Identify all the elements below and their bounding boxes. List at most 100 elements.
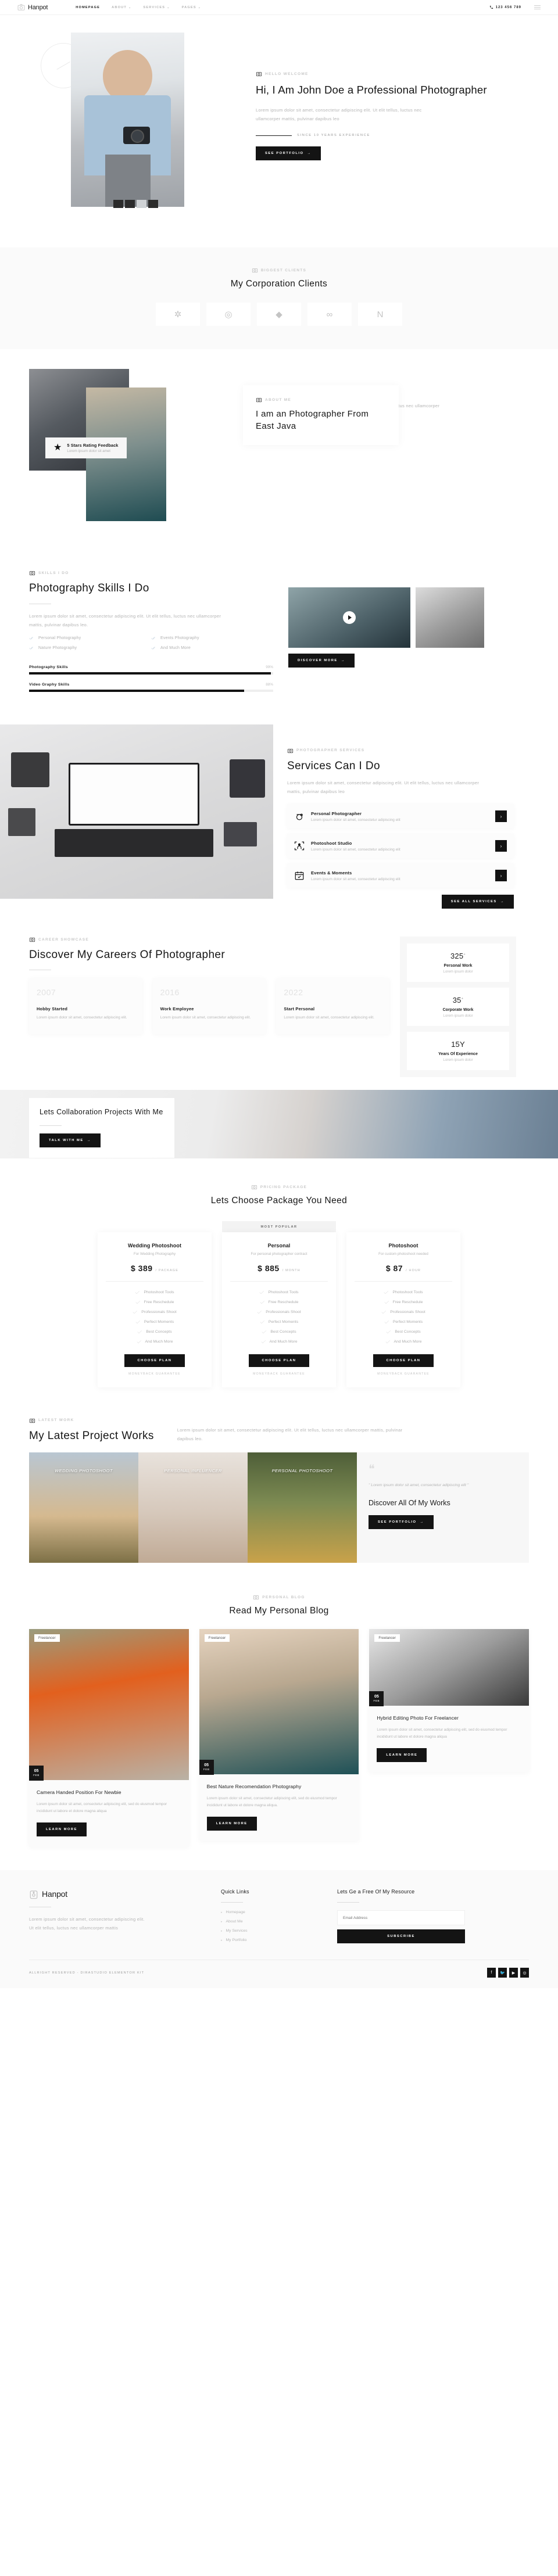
see-portfolio-button[interactable]: SEE PORTFOLIO → [369,1515,434,1529]
see-all-services-button[interactable]: SEE ALL SERVICES → [441,895,514,909]
service-item-photoshoot-studio[interactable]: Photoshoot Studio Lorem ipsum dolor sit … [287,834,514,859]
skill-bar-row: Video Graphy Skills 88% [29,683,273,692]
plan-feature: And Much More [136,1340,173,1344]
work-item[interactable]: PERSONAL PHOTOSHOOT [248,1452,357,1563]
email-input[interactable] [337,1910,465,1926]
site-logo[interactable]: Hanpot [17,3,48,11]
chevron-right-icon[interactable]: › [495,810,507,823]
nav-label: SERVICES [143,5,166,9]
check-icon [135,1320,140,1324]
stat-card: 35+ Corporate Work Lorem ipsum dolor [407,988,509,1027]
service-item-personal-photographer[interactable]: Personal Photographer Lorem ipsum dolor … [287,804,514,829]
learn-more-button[interactable]: LEARN MORE [206,1817,257,1831]
skills-video-thumbnail[interactable] [288,587,410,648]
thumbnail[interactable] [125,200,135,208]
check-icon [260,1320,264,1324]
nav-item-about[interactable]: ABOUT ⌄ [112,6,131,9]
blog-tag: PERSONAL BLOG [29,1594,529,1600]
hamburger-menu-icon[interactable] [534,5,541,9]
subscribe-button[interactable]: SUBSCRIBE [337,1929,465,1944]
clients-title: My Corporation Clients [230,279,328,289]
nav-item-services[interactable]: SERVICES ⌄ [143,6,170,9]
hero-title: Hi, I Am John Doe a Professional Photogr… [256,84,487,96]
skill-item: Personal Photography [29,636,151,640]
instagram-icon[interactable]: ◎ [520,1968,529,1978]
blog-card[interactable]: Freelancer 05 FEB Hybrid Editing Photo Fo… [369,1628,530,1773]
blog-date-badge: 05 FEB [369,1691,384,1706]
timeline-card: 2022 Start Personal Lorem ipsum dolor si… [276,978,390,1035]
play-icon[interactable] [343,611,356,625]
thumbnail[interactable] [113,200,123,208]
rating-card: ★ 5 Stars Rating Feedback Lorem ipsum do… [45,437,127,459]
learn-more-button[interactable]: LEARN MORE [37,1822,87,1837]
services-list: Personal Photographer Lorem ipsum dolor … [287,804,514,888]
twitter-icon[interactable]: 🐦 [498,1968,507,1978]
plan-desc: For custom photoshoot needed [378,1251,428,1256]
pricing-card-wedding: Wedding Photoshoot For Wedding Photograp… [98,1232,212,1387]
skill-bar-fill [29,672,271,675]
plan-features: Photoshoot Tools Free Reschedule Profess… [355,1290,452,1344]
blog-card[interactable]: Freelancer 05 FEB Camera Handed Position … [29,1628,189,1847]
hero-portfolio-button[interactable]: SEE PORTFOLIO → [256,146,321,161]
nav-item-homepage[interactable]: HOMEPAGE [76,6,100,9]
thumbnail[interactable] [148,200,158,208]
chevron-right-icon[interactable]: › [495,870,507,882]
clients-tag-text: BIGGEST CLIENTS [260,268,307,272]
timeline-title: Start Personal [284,1006,315,1012]
nav-label: PAGES [181,5,196,9]
skills-section: SKILLS I DO Photography Skills I Do Lore… [29,561,529,724]
footer-link-about[interactable]: ▸ About Me [221,1920,337,1924]
check-icon [260,1300,264,1304]
choose-plan-button[interactable]: CHOOSE PLAN [124,1354,185,1367]
work-caption: WEDDING PHOTOSHOOT [55,1468,113,1474]
feature-label: Free Reschedule [392,1300,423,1304]
feature-label: Free Reschedule [268,1300,299,1304]
blog-tag-text: PERSONAL BLOG [262,1595,305,1599]
youtube-icon[interactable]: ▶ [509,1968,518,1978]
timeline-desc: Lorem ipsum dolor sit amet, consectetur … [37,1016,127,1020]
skill-bars: Photography Skills 99% Video Graphy Skil… [29,665,273,692]
quote-mark-icon: ❝ [369,1463,375,1476]
nav-item-pages[interactable]: PAGES ⌄ [182,6,202,9]
discover-more-button[interactable]: DISCOVER MORE → [288,654,355,668]
service-item-events-moments[interactable]: Events & Moments Lorem ipsum dolor sit a… [287,863,514,888]
camera-icon [29,1418,35,1423]
plan-desc: For Wedding Photography [133,1251,176,1256]
skill-label: And Much More [160,645,191,650]
works-tag: LATEST WORK [29,1418,154,1423]
choose-plan-button[interactable]: CHOOSE PLAN [249,1354,309,1367]
work-item[interactable]: WEDDING PHOTOSHOOT [29,1452,138,1563]
skill-item: Events Photography [151,636,273,640]
footer-logo[interactable]: Hanpot [29,1889,221,1899]
quote-text: " Lorem ipsum dolor sit amet, consectetu… [369,1483,469,1488]
hero-thumbnails[interactable] [113,200,158,208]
skills-description: Lorem ipsum dolor sit amet, consectetur … [29,613,221,627]
choose-plan-button[interactable]: CHOOSE PLAN [373,1354,434,1367]
blog-card[interactable]: Freelancer 05 FEB Best Nature Recomendati… [199,1628,359,1842]
header-phone[interactable]: 123 456 789 [489,5,521,9]
chevron-down-icon: ⌄ [167,5,170,9]
rating-title: 5 Stars Rating Feedback [67,443,119,449]
skill-label: Events Photography [160,636,199,640]
career-stats: 325+ Personal Work Lorem ipsum dolor 35+… [400,937,516,1078]
blog-date-badge: 05 FEB [29,1765,44,1781]
facebook-icon[interactable]: f [487,1968,496,1978]
check-icon [151,647,156,650]
skills-photo [416,587,484,648]
works-tag-text: LATEST WORK [38,1418,74,1423]
learn-more-button[interactable]: LEARN MORE [377,1748,427,1763]
chevron-right-icon[interactable]: › [495,840,507,852]
plan-feature: Professionals Shoot [381,1310,425,1314]
newsletter-title: Lets Ge a Free Of My Resource [337,1889,415,1895]
footer-links: ▸ Homepage ▸ About Me ▸ My Services ▸ My Por… [221,1910,337,1942]
work-item[interactable]: PERSONAL INFLUENCER [138,1452,248,1563]
hero-photographer-photo [71,33,184,207]
blog-month: FEB [373,1699,380,1703]
footer-link-portfolio[interactable]: ▸ My Portfolio [221,1938,337,1942]
talk-with-me-button[interactable]: TALK WITH ME → [40,1133,101,1147]
check-icon [29,637,34,640]
thumbnail[interactable] [137,200,146,208]
footer-link-homepage[interactable]: ▸ Homepage [221,1910,337,1914]
footer-link-services[interactable]: ▸ My Services [221,1929,337,1933]
blog-post-title: Camera Handed Position For Newbie [37,1789,121,1795]
